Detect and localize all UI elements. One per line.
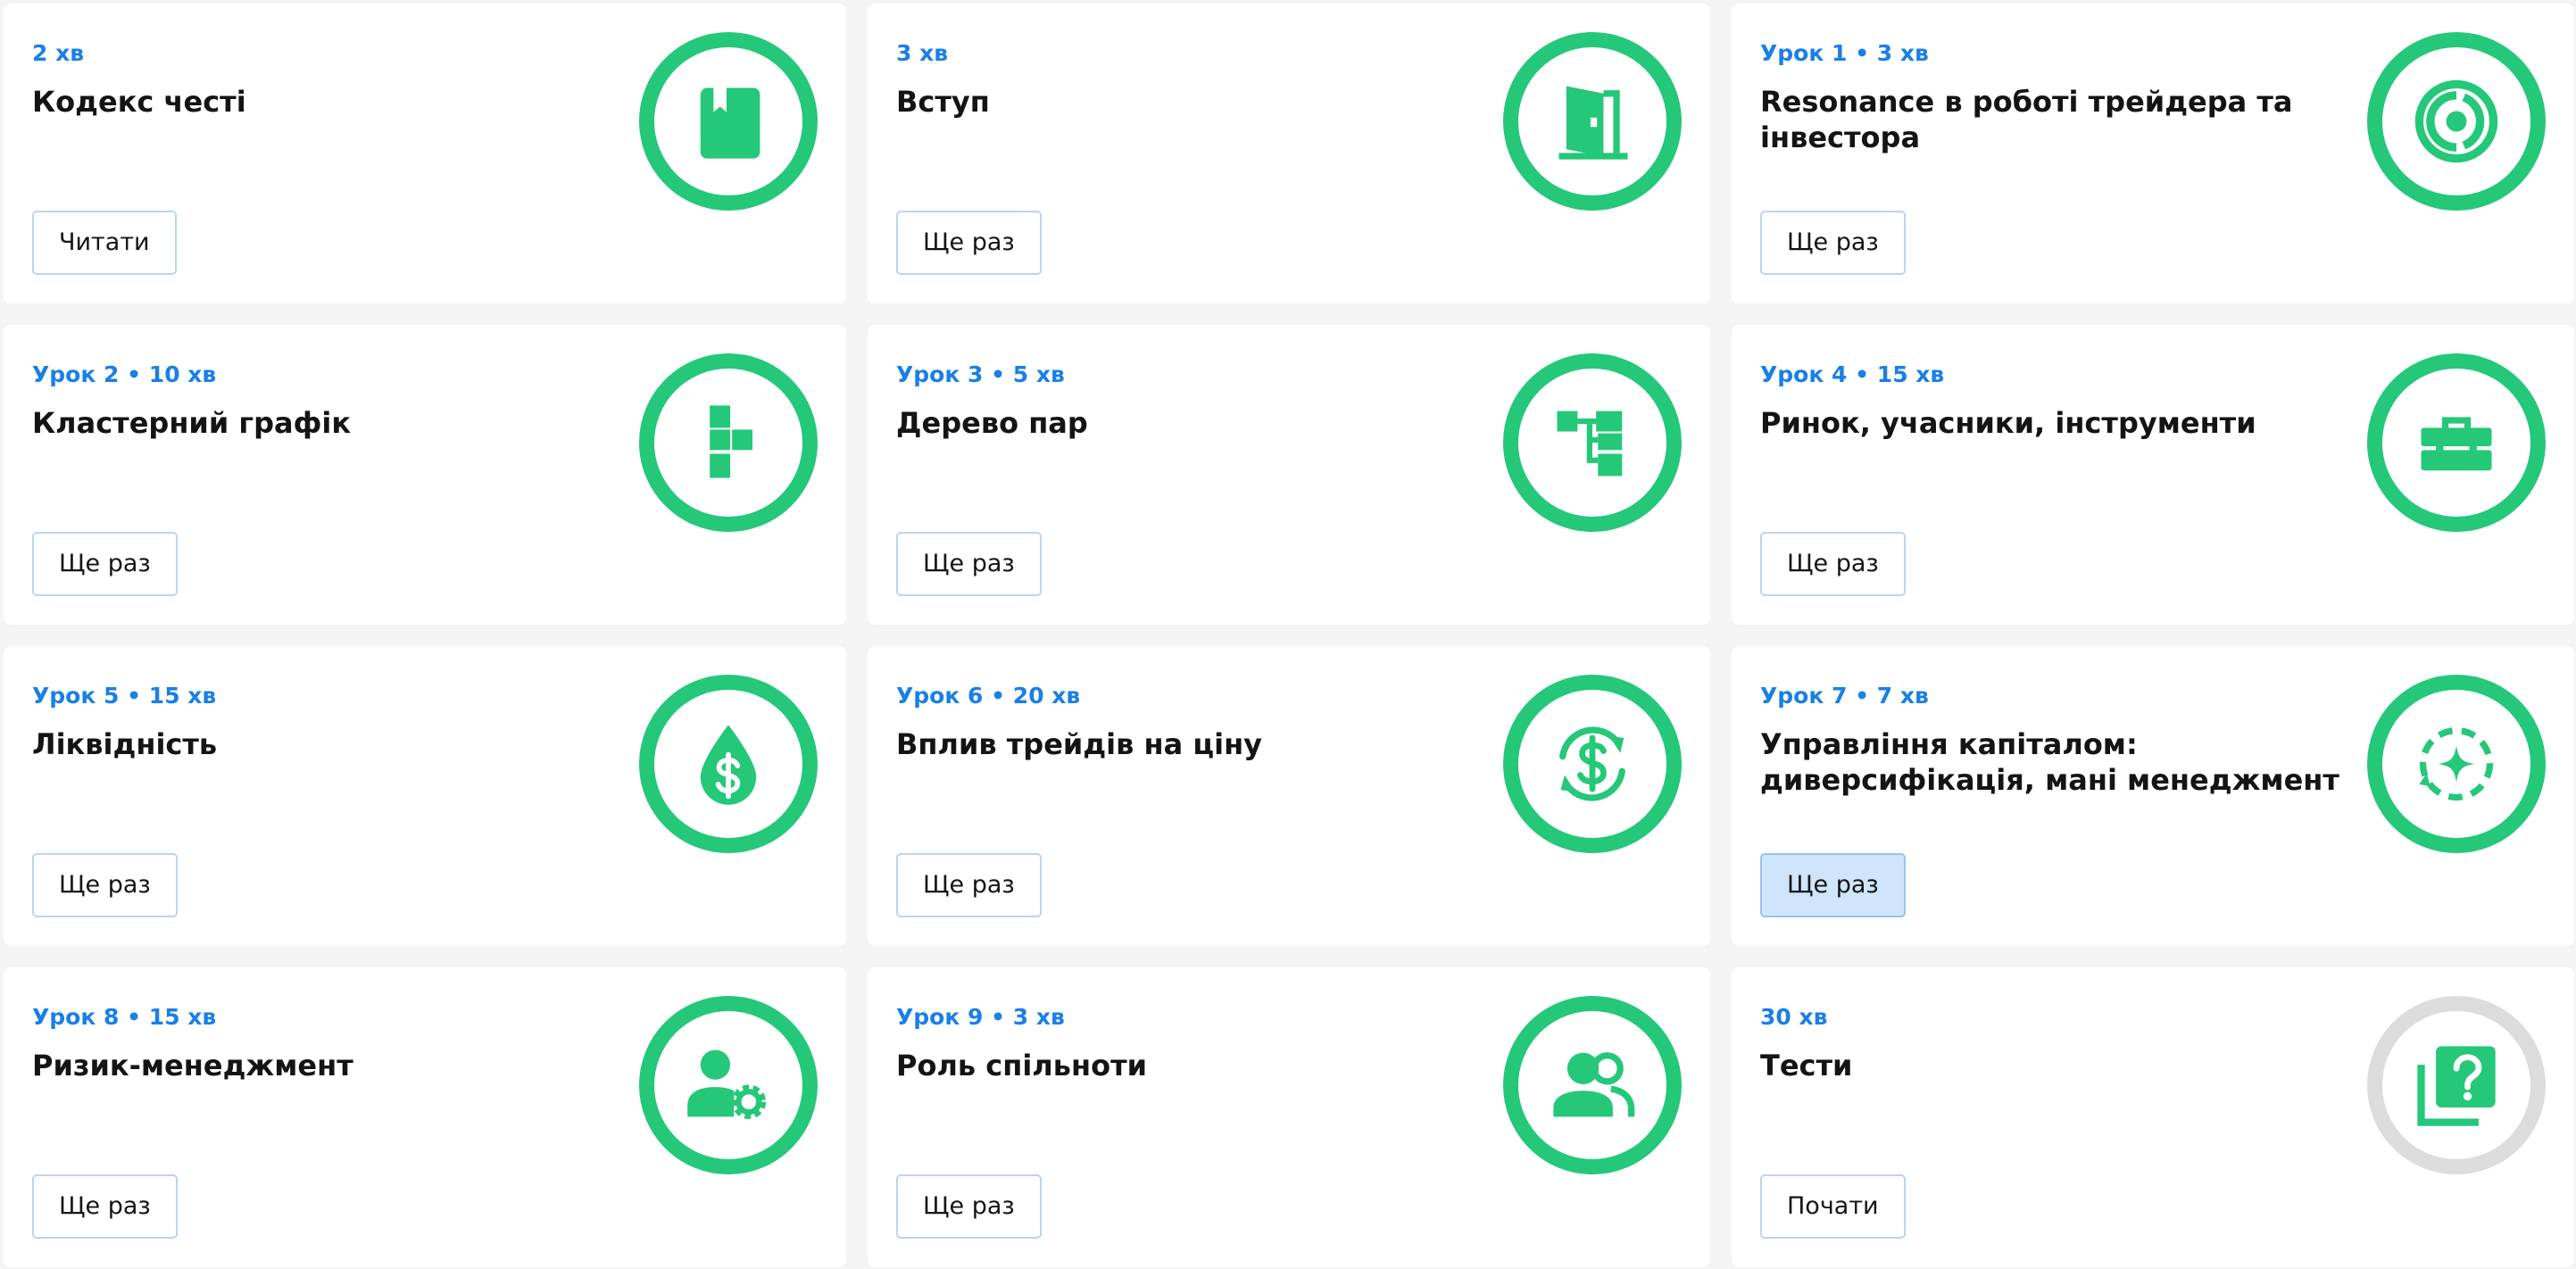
lesson-meta: Урок 9 • 3 хв [896, 1004, 1065, 1030]
repeat-button[interactable]: Ще раз [1760, 211, 1906, 275]
lesson-meta: Урок 2 • 10 хв [32, 361, 217, 387]
lesson-badge [2367, 996, 2546, 1174]
target-icon [2414, 79, 2498, 163]
lesson-title: Ліквідність [32, 727, 218, 761]
lesson-title: Тести [1760, 1049, 1853, 1082]
lesson-title: Resonance в роботі трейдера та інвестора [1760, 85, 2293, 154]
lesson-card-code-of-honor: 2 хв Кодекс честі Читати [4, 4, 846, 303]
lesson-title: Ризик-менеджмент [32, 1049, 353, 1082]
lesson-badge [1503, 996, 1682, 1174]
lesson-badge [639, 353, 818, 532]
repeat-button[interactable]: Ще раз [896, 853, 1042, 917]
lesson-title: Вплив трейдів на ціну [896, 727, 1263, 761]
lesson-badge [1503, 675, 1682, 853]
lesson-badge [1503, 353, 1682, 532]
repeat-button[interactable]: Ще раз [32, 532, 178, 596]
lesson-meta: Урок 8 • 15 хв [32, 1004, 217, 1030]
lesson-title: Роль спільноти [896, 1049, 1148, 1082]
lesson-meta: 3 хв [896, 40, 949, 66]
lesson-card-tests: 30 хв Тести Почати [1732, 967, 2574, 1267]
lesson-badge [639, 675, 818, 853]
lesson-card-market: Урок 4 • 15 хв Ринок, учасники, інструме… [1732, 325, 2574, 625]
lesson-card-liquidity: Урок 5 • 15 хв Ліквідність Ще раз [4, 646, 846, 946]
lesson-title: Дерево пар [896, 406, 1088, 440]
book-icon [700, 87, 760, 159]
lesson-card-cluster-chart: Урок 2 • 10 хв Кластерний графік Ще раз [4, 325, 846, 625]
lesson-card-resonance: Урок 1 • 3 хв Resonance в роботі трейдер… [1732, 4, 2574, 303]
lesson-badge [2367, 675, 2546, 853]
lesson-meta: Урок 5 • 15 хв [32, 683, 217, 709]
repeat-button[interactable]: Ще раз [896, 1174, 1042, 1239]
read-button[interactable]: Читати [32, 211, 177, 275]
lesson-card-trade-impact: Урок 6 • 20 хв Вплив трейдів на ціну Ще … [868, 646, 1710, 946]
dollar-drop-icon [700, 725, 757, 805]
lesson-meta: 2 хв [32, 40, 85, 66]
lesson-meta: Урок 4 • 15 хв [1760, 361, 1945, 387]
lesson-meta: 30 хв [1760, 1004, 1828, 1030]
lesson-badge [2367, 353, 2546, 532]
user-gear-icon [687, 1049, 767, 1119]
group-icon [1553, 1052, 1635, 1117]
toolbox-icon [2421, 417, 2492, 471]
lesson-card-intro: 3 хв Вступ Ще раз [868, 4, 1710, 303]
lesson-title: Кодекс честі [32, 85, 246, 119]
lesson-title: Кластерний графік [32, 406, 352, 440]
repeat-button[interactable]: Ще раз [1760, 532, 1906, 596]
lesson-card-pair-tree: Урок 3 • 5 хв Дерево пар Ще раз [868, 325, 1710, 625]
lesson-title: Управління капіталом: диверсифікація, ма… [1760, 727, 2339, 797]
lesson-meta: Урок 3 • 5 хв [896, 361, 1065, 387]
door-icon [1558, 86, 1628, 160]
lesson-meta: Урок 1 • 3 хв [1760, 40, 1929, 66]
lesson-badge [639, 32, 818, 211]
repeat-button[interactable]: Ще раз [896, 532, 1042, 596]
dollar-cycle-icon [1559, 726, 1625, 801]
repeat-button[interactable]: Ще раз [896, 211, 1042, 275]
repeat-button[interactable]: Ще раз [32, 853, 178, 917]
repeat-button[interactable]: Ще раз [32, 1174, 178, 1239]
lesson-title: Ринок, учасники, інструменти [1760, 406, 2256, 440]
lesson-badge [639, 996, 818, 1174]
lesson-card-community: Урок 9 • 3 хв Роль спільноти Ще раз [868, 967, 1710, 1267]
lesson-meta: Урок 6 • 20 хв [896, 683, 1081, 709]
lesson-badge [1503, 32, 1682, 211]
quiz-icon [2417, 1046, 2496, 1126]
lesson-title: Вступ [896, 85, 990, 119]
lesson-meta: Урок 7 • 7 хв [1760, 683, 1929, 709]
start-button[interactable]: Почати [1760, 1174, 1906, 1239]
lessons-grid: 2 хв Кодекс честі Читати 3 хв Вступ Ще р… [4, 4, 2574, 1267]
repeat-button[interactable]: Ще раз [1760, 853, 1906, 917]
cluster-chart-icon [710, 405, 753, 478]
sparkle-cycle-icon [2419, 726, 2494, 801]
lesson-card-capital-management: Урок 7 • 7 хв Управління капіталом: диве… [1732, 646, 2574, 946]
lesson-card-risk-management: Урок 8 • 15 хв Ризик-менеджмент Ще раз [4, 967, 846, 1267]
tree-icon [1557, 411, 1623, 477]
lesson-badge [2367, 32, 2546, 211]
